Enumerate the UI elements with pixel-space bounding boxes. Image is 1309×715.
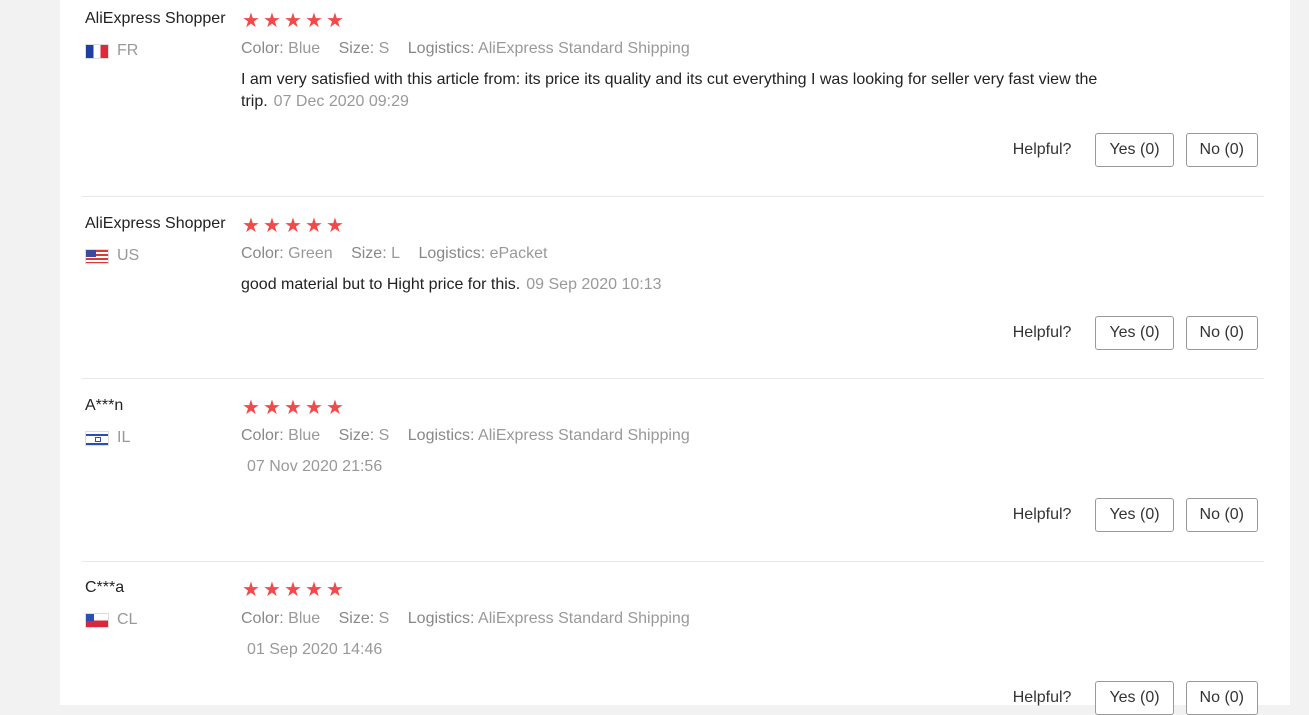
logistics-label: Logistics: <box>418 245 486 262</box>
logistics-value: AliExpress Standard Shipping <box>478 40 690 57</box>
color-label: Color: <box>241 245 284 262</box>
helpful-label: Helpful? <box>1012 324 1072 341</box>
star-icon: ★ <box>305 10 323 32</box>
color-value: Blue <box>288 40 321 57</box>
star-icon: ★ <box>305 215 323 237</box>
color-label: Color: <box>241 40 284 57</box>
star-rating: ★ ★ ★ ★ ★ <box>241 11 346 31</box>
star-icon: ★ <box>284 397 302 419</box>
logistics-label: Logistics: <box>407 427 475 444</box>
size-value: S <box>378 40 390 57</box>
reviewer-name: C***a <box>85 579 125 596</box>
star-icon: ★ <box>242 215 260 237</box>
flag-il-icon <box>85 430 109 446</box>
review-divider <box>82 378 1264 379</box>
helpful-yes-button[interactable]: Yes (0) <box>1095 316 1174 350</box>
sku-info: Color: Green Size: L Logistics: ePacket <box>241 245 561 263</box>
helpful-controls: Helpful? Yes (0) No (0) <box>1013 498 1258 532</box>
helpful-no-button[interactable]: No (0) <box>1185 133 1258 167</box>
sku-info: Color: Blue Size: S Logistics: AliExpres… <box>241 610 704 628</box>
reviewer-country: US <box>85 247 139 265</box>
star-icon: ★ <box>242 10 260 32</box>
star-icon: ★ <box>284 10 302 32</box>
star-icon: ★ <box>263 215 281 237</box>
helpful-label: Helpful? <box>1012 506 1072 523</box>
review-date: 07 Dec 2020 09:29 <box>273 93 409 110</box>
country-code: CL <box>117 611 138 628</box>
review-text: 01 Sep 2020 14:46 <box>241 639 1141 661</box>
size-label: Size: <box>338 610 375 627</box>
helpful-controls: Helpful? Yes (0) No (0) <box>1013 316 1258 350</box>
color-value: Blue <box>288 610 321 627</box>
reviewer-name: AliExpress Shopper <box>85 10 226 27</box>
country-code: IL <box>117 429 131 446</box>
star-rating: ★ ★ ★ ★ ★ <box>241 216 346 236</box>
size-label: Size: <box>338 40 375 57</box>
logistics-value: AliExpress Standard Shipping <box>478 610 690 627</box>
helpful-controls: Helpful? Yes (0) No (0) <box>1013 133 1258 167</box>
size-value: S <box>378 427 390 444</box>
flag-fr-icon <box>85 43 109 59</box>
color-label: Color: <box>241 427 284 444</box>
review-date: 07 Nov 2020 21:56 <box>247 458 383 475</box>
size-value: S <box>378 610 390 627</box>
helpful-label: Helpful? <box>1012 689 1072 706</box>
logistics-value: ePacket <box>489 245 548 262</box>
helpful-no-button[interactable]: No (0) <box>1185 316 1258 350</box>
size-value: L <box>391 245 400 262</box>
color-value: Blue <box>288 427 321 444</box>
country-code: US <box>117 247 140 264</box>
flag-us-icon <box>85 248 109 264</box>
helpful-yes-button[interactable]: Yes (0) <box>1095 681 1174 715</box>
review-body: good material but to Hight price for thi… <box>241 276 521 293</box>
star-rating: ★ ★ ★ ★ ★ <box>241 580 346 600</box>
star-icon: ★ <box>326 579 344 601</box>
star-icon: ★ <box>263 10 281 32</box>
reviews-panel: AliExpress Shopper FR ★ ★ ★ ★ ★ Color: B… <box>60 0 1290 715</box>
star-icon: ★ <box>263 579 281 601</box>
logistics-label: Logistics: <box>407 40 475 57</box>
helpful-controls: Helpful? Yes (0) No (0) <box>1013 681 1258 715</box>
reviewer-country: CL <box>85 611 137 629</box>
size-label: Size: <box>351 245 387 262</box>
review-text: good material but to Hight price for thi… <box>241 274 1141 296</box>
review-date: 01 Sep 2020 14:46 <box>247 641 383 658</box>
helpful-yes-button[interactable]: Yes (0) <box>1095 498 1174 532</box>
star-icon: ★ <box>326 10 344 32</box>
star-icon: ★ <box>284 215 302 237</box>
sku-info: Color: Blue Size: S Logistics: AliExpres… <box>241 40 704 58</box>
star-icon: ★ <box>326 397 344 419</box>
helpful-no-button[interactable]: No (0) <box>1185 498 1258 532</box>
size-label: Size: <box>338 427 375 444</box>
review-divider <box>82 196 1264 197</box>
review-text: 07 Nov 2020 21:56 <box>241 456 1141 478</box>
reviewer-country: FR <box>85 42 138 60</box>
star-icon: ★ <box>242 397 260 419</box>
review-date: 09 Sep 2020 10:13 <box>526 276 662 293</box>
logistics-label: Logistics: <box>407 610 475 627</box>
flag-cl-icon <box>85 612 109 628</box>
sku-info: Color: Blue Size: S Logistics: AliExpres… <box>241 427 704 445</box>
star-icon: ★ <box>305 397 323 419</box>
helpful-no-button[interactable]: No (0) <box>1185 681 1258 715</box>
reviewer-name: AliExpress Shopper <box>85 215 226 232</box>
color-label: Color: <box>241 610 284 627</box>
star-icon: ★ <box>305 579 323 601</box>
reviewer-name: A***n <box>85 397 124 414</box>
helpful-label: Helpful? <box>1012 141 1072 158</box>
logistics-value: AliExpress Standard Shipping <box>478 427 690 444</box>
star-icon: ★ <box>326 215 344 237</box>
reviewer-country: IL <box>85 429 130 447</box>
review-divider <box>82 561 1264 562</box>
country-code: FR <box>117 42 139 59</box>
star-icon: ★ <box>284 579 302 601</box>
helpful-yes-button[interactable]: Yes (0) <box>1095 133 1174 167</box>
review-text: I am very satisfied with this article fr… <box>241 69 1141 113</box>
star-rating: ★ ★ ★ ★ ★ <box>241 398 346 418</box>
star-icon: ★ <box>242 579 260 601</box>
star-icon: ★ <box>263 397 281 419</box>
color-value: Green <box>288 245 333 262</box>
